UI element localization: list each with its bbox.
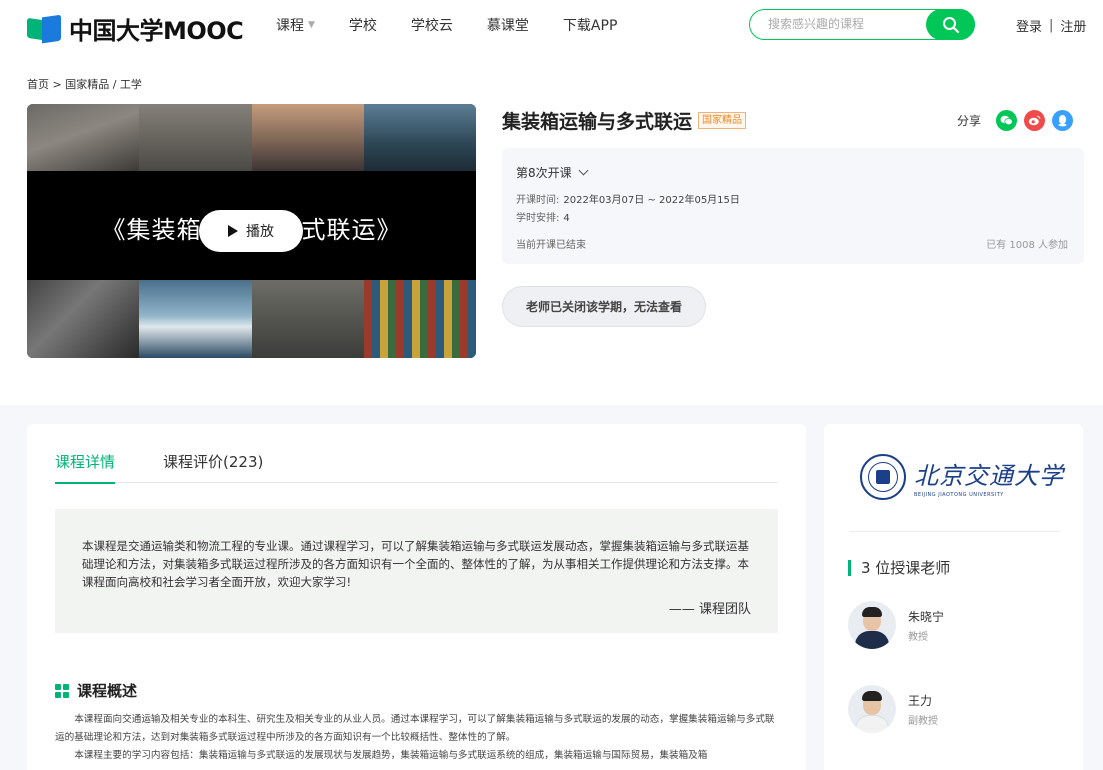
- search-box: [749, 9, 975, 40]
- enrolled-count: 已有 1008 人参加: [986, 240, 1068, 251]
- school-sidebar: 北京交通大学 BEIJING JIAOTONG UNIVERSITY 3 位授课…: [824, 424, 1083, 770]
- sidebar-divider: [850, 531, 1060, 532]
- overview-paragraph: 本课程主要的学习内容包括：集装箱运输与多式联运的发展现状与发展趋势，集装箱运输与…: [74, 750, 708, 761]
- login-link[interactable]: 登录: [1016, 16, 1042, 35]
- play-button-label: 播放: [246, 224, 274, 240]
- main-nav: 课程 ▼ 学校 学校云 慕课堂 下载APP: [276, 15, 651, 35]
- term-time-value: 2022年03月07日 ~ 2022年05月15日: [563, 195, 740, 206]
- teachers-heading: 3 位授课老师: [861, 559, 951, 577]
- register-link[interactable]: 注册: [1060, 16, 1086, 35]
- nav-item-label: 学校: [348, 18, 377, 34]
- nav-item-label: 下载APP: [562, 18, 618, 34]
- term-closed-button[interactable]: 老师已关闭该学期，无法查看: [502, 286, 706, 327]
- course-intro-text: 本课程是交通运输类和物流工程的专业课。通过课程学习，可以了解集装箱运输与多式联运…: [82, 539, 749, 589]
- play-icon: [228, 225, 238, 237]
- share-bar: 分享: [957, 110, 1074, 131]
- teacher-name: 王力: [908, 693, 933, 708]
- school-seal-icon: [860, 454, 906, 500]
- national-quality-badge: 国家精品: [698, 112, 747, 129]
- teacher-avatar: [848, 685, 896, 733]
- nav-item-schools[interactable]: 学校: [349, 15, 377, 35]
- term-selector[interactable]: 第8次开课: [516, 164, 589, 181]
- breadcrumb[interactable]: 首页 > 国家精品 / 工学: [27, 76, 142, 92]
- term-status: 当前开课已结束: [516, 240, 586, 251]
- course-term-card: 第8次开课 开课时间: 2022年03月07日 ~ 2022年05月15日 学时安…: [502, 148, 1084, 264]
- term-schedule-value: 4: [563, 213, 570, 224]
- nav-item-label: 学校云: [410, 18, 453, 34]
- teacher-item[interactable]: 朱晓宁 教授: [848, 601, 944, 649]
- logo-text: 中国大学MOOC: [69, 17, 244, 45]
- search-input[interactable]: [768, 17, 918, 31]
- teacher-title: 教授: [908, 631, 928, 643]
- course-intro-signature: —— 课程团队: [668, 602, 751, 617]
- school-logo[interactable]: 北京交通大学 BEIJING JIAOTONG UNIVERSITY: [860, 454, 1064, 500]
- qq-icon[interactable]: [1052, 110, 1074, 131]
- teachers-heading-row: 3 位授课老师: [848, 557, 950, 578]
- term-label: 第8次开课: [516, 166, 572, 180]
- tab-course-details[interactable]: 课程详情: [55, 451, 116, 484]
- term-time-row: 开课时间: 2022年03月07日 ~ 2022年05月15日: [516, 191, 740, 206]
- chevron-down-icon: [578, 165, 589, 176]
- site-logo[interactable]: 中国大学MOOC: [27, 11, 244, 46]
- share-label: 分享: [957, 114, 982, 128]
- course-title-row: 集装箱运输与多式联运 国家精品: [502, 107, 747, 134]
- teacher-name: 朱晓宁: [908, 609, 945, 624]
- caret-down-icon: ▼: [308, 20, 315, 30]
- nav-item-mooc-class[interactable]: 慕课堂: [487, 15, 529, 35]
- auth-links: 登录 | 注册: [1016, 16, 1086, 35]
- course-video-player[interactable]: 《集装箱运输与多式联运》 播放: [27, 104, 476, 358]
- auth-separator: |: [1049, 18, 1054, 33]
- course-overview: 本课程面向交通运输及相关专业的本科生、研究生及相关专业的从业人员。通过本课程学习…: [55, 711, 778, 765]
- nav-item-download-app[interactable]: 下载APP: [563, 15, 617, 35]
- nav-item-label: 慕课堂: [486, 18, 529, 34]
- teacher-title: 副教授: [908, 715, 938, 727]
- nav-item-school-cloud[interactable]: 学校云: [411, 15, 453, 35]
- search-icon: [942, 16, 959, 33]
- overview-heading: 课程概述: [77, 682, 138, 700]
- video-thumbnail-strip-bottom: [27, 280, 476, 358]
- school-name-block: 北京交通大学 BEIJING JIAOTONG UNIVERSITY: [914, 456, 1064, 498]
- course-detail-card: 课程详情 课程评价(223) 本课程是交通运输类和物流工程的专业课。通过课程学习…: [27, 424, 806, 770]
- course-title: 集装箱运输与多式联运: [502, 111, 693, 133]
- nav-item-courses[interactable]: 课程 ▼: [276, 15, 315, 35]
- weibo-icon[interactable]: [1024, 110, 1046, 131]
- heading-accent-bar: [848, 559, 851, 576]
- overview-paragraph: 本课程面向交通运输及相关专业的本科生、研究生及相关专业的从业人员。通过本课程学习…: [55, 714, 775, 743]
- course-intro-box: 本课程是交通运输类和物流工程的专业课。通过课程学习，可以了解集装箱运输与多式联运…: [55, 509, 778, 633]
- wechat-icon[interactable]: [996, 110, 1018, 131]
- play-button[interactable]: 播放: [199, 210, 303, 252]
- detail-tabs: 课程详情 课程评价(223): [55, 451, 778, 484]
- overview-heading-row: 课程概述: [55, 680, 137, 701]
- term-schedule-row: 学时安排: 4: [516, 209, 570, 224]
- video-thumbnail-strip-top: [27, 104, 476, 171]
- teacher-avatar: [848, 601, 896, 649]
- search-button[interactable]: [926, 9, 975, 40]
- school-name-cn: 北京交通大学: [914, 462, 1064, 490]
- grid-icon: [55, 683, 69, 698]
- top-header: 中国大学MOOC 课程 ▼ 学校 学校云 慕课堂 下载APP 登录 | 注册: [0, 0, 1103, 50]
- teacher-item[interactable]: 王力 副教授: [848, 685, 938, 733]
- tab-course-reviews[interactable]: 课程评价(223): [163, 451, 263, 483]
- nav-item-label: 课程: [276, 18, 304, 34]
- school-name-en: BEIJING JIAOTONG UNIVERSITY: [914, 492, 1004, 498]
- term-schedule-label: 学时安排:: [516, 213, 560, 224]
- term-time-label: 开课时间:: [516, 195, 560, 206]
- logo-icon: [27, 14, 63, 43]
